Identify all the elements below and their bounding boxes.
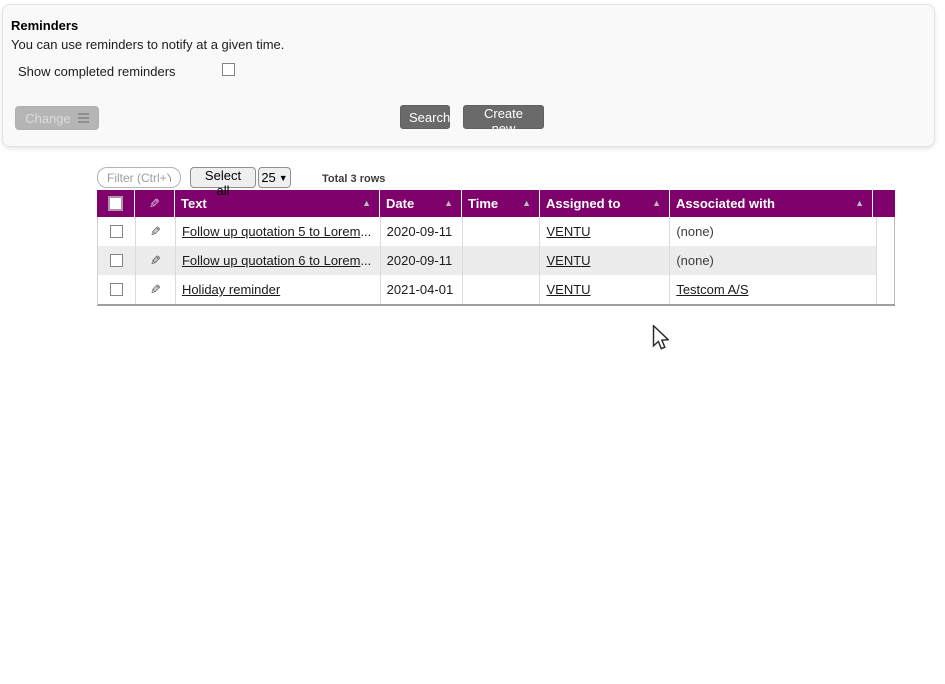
show-completed-checkbox[interactable] [222, 63, 235, 76]
header-spacer-cell [873, 190, 895, 217]
reminder-text-link[interactable]: Holiday reminder [182, 282, 280, 297]
date-cell: 2020-09-11 [381, 217, 463, 246]
associated-with-value: (none) [676, 253, 714, 268]
column-header-assigned-to-label: Assigned to [546, 196, 621, 211]
mouse-cursor [652, 325, 669, 350]
column-header-time[interactable]: Time ▲ [462, 190, 540, 217]
column-header-text-label: Text [181, 196, 207, 211]
truncation-ellipsis: ... [360, 224, 372, 239]
reminders-grid: Select all 25 ▼ Total 3 rows ✎ Text ▲ Da… [97, 167, 895, 306]
pencil-icon: ✎ [149, 196, 160, 211]
dropdown-caret-icon: ▼ [278, 172, 288, 183]
column-header-associated-with[interactable]: Associated with ▲ [670, 190, 873, 217]
associated-with-value: (none) [676, 224, 714, 239]
table-row: ✎ Follow up quotation 5 to Lorem... 2020… [98, 217, 895, 246]
column-header-associated-with-label: Associated with [676, 196, 775, 211]
change-button-label: Change [25, 110, 71, 126]
time-cell [463, 275, 541, 304]
sort-asc-icon: ▲ [522, 198, 531, 208]
filter-input[interactable] [97, 167, 181, 188]
reminder-text-link[interactable]: Follow up quotation 6 to Lorem [182, 253, 361, 268]
search-button[interactable]: Search [400, 105, 450, 129]
change-button[interactable]: Change [15, 106, 99, 130]
assigned-to-link[interactable]: VENTU [546, 282, 590, 297]
table-row: ✎ Holiday reminder 2021-04-01 VENTU Test… [98, 275, 895, 304]
sort-asc-icon: ▲ [362, 198, 371, 208]
page-size-dropdown[interactable]: 25 ▼ [258, 167, 291, 188]
sort-asc-icon: ▲ [855, 198, 864, 208]
grid-toolbar: Select all 25 ▼ Total 3 rows [97, 167, 895, 198]
sort-asc-icon: ▲ [444, 198, 453, 208]
column-header-assigned-to[interactable]: Assigned to ▲ [540, 190, 670, 217]
table-header-row: ✎ Text ▲ Date ▲ Time ▲ Assigned to ▲ Ass… [97, 190, 895, 217]
pencil-icon: ✎ [150, 253, 161, 268]
assigned-to-link[interactable]: VENTU [546, 253, 590, 268]
page-subtitle: You can use reminders to notify at a giv… [11, 37, 285, 52]
row-checkbox[interactable] [109, 254, 123, 267]
pencil-icon: ✎ [150, 224, 161, 239]
date-cell: 2021-04-01 [381, 275, 463, 304]
row-checkbox[interactable] [109, 225, 123, 238]
pencil-icon: ✎ [150, 282, 161, 297]
table-body: ✎ Follow up quotation 5 to Lorem... 2020… [97, 217, 895, 306]
select-all-checkbox[interactable] [109, 197, 122, 210]
column-header-text[interactable]: Text ▲ [175, 190, 380, 217]
select-all-button[interactable]: Select all [190, 167, 256, 198]
assigned-to-link[interactable]: VENTU [546, 224, 590, 239]
show-completed-label: Show completed reminders [18, 64, 176, 79]
row-spacer-cell [877, 246, 895, 275]
row-checkbox[interactable] [109, 283, 123, 296]
table-row: ✎ Follow up quotation 6 to Lorem... 2020… [98, 246, 895, 275]
column-header-time-label: Time [468, 196, 499, 211]
create-new-button[interactable]: Create new [463, 105, 544, 136]
total-rows-label: Total 3 rows [322, 173, 386, 185]
associated-with-link[interactable]: Testcom A/S [676, 282, 748, 297]
menu-icon [77, 113, 89, 123]
column-header-date-label: Date [386, 196, 415, 211]
reminders-panel: Reminders You can use reminders to notif… [2, 4, 935, 147]
truncation-ellipsis: ... [360, 253, 372, 268]
header-pencil-cell: ✎ [135, 190, 175, 217]
column-header-date[interactable]: Date ▲ [380, 190, 462, 217]
time-cell [463, 246, 541, 275]
row-spacer-cell [877, 275, 895, 304]
sort-asc-icon: ▲ [652, 198, 661, 208]
row-spacer-cell [877, 217, 895, 246]
page-size-value: 25 [261, 170, 276, 185]
date-cell: 2020-09-11 [381, 246, 463, 275]
header-checkbox-cell [97, 190, 135, 217]
time-cell [463, 217, 541, 246]
reminder-text-link[interactable]: Follow up quotation 5 to Lorem [182, 224, 361, 239]
page-title: Reminders [11, 18, 79, 33]
